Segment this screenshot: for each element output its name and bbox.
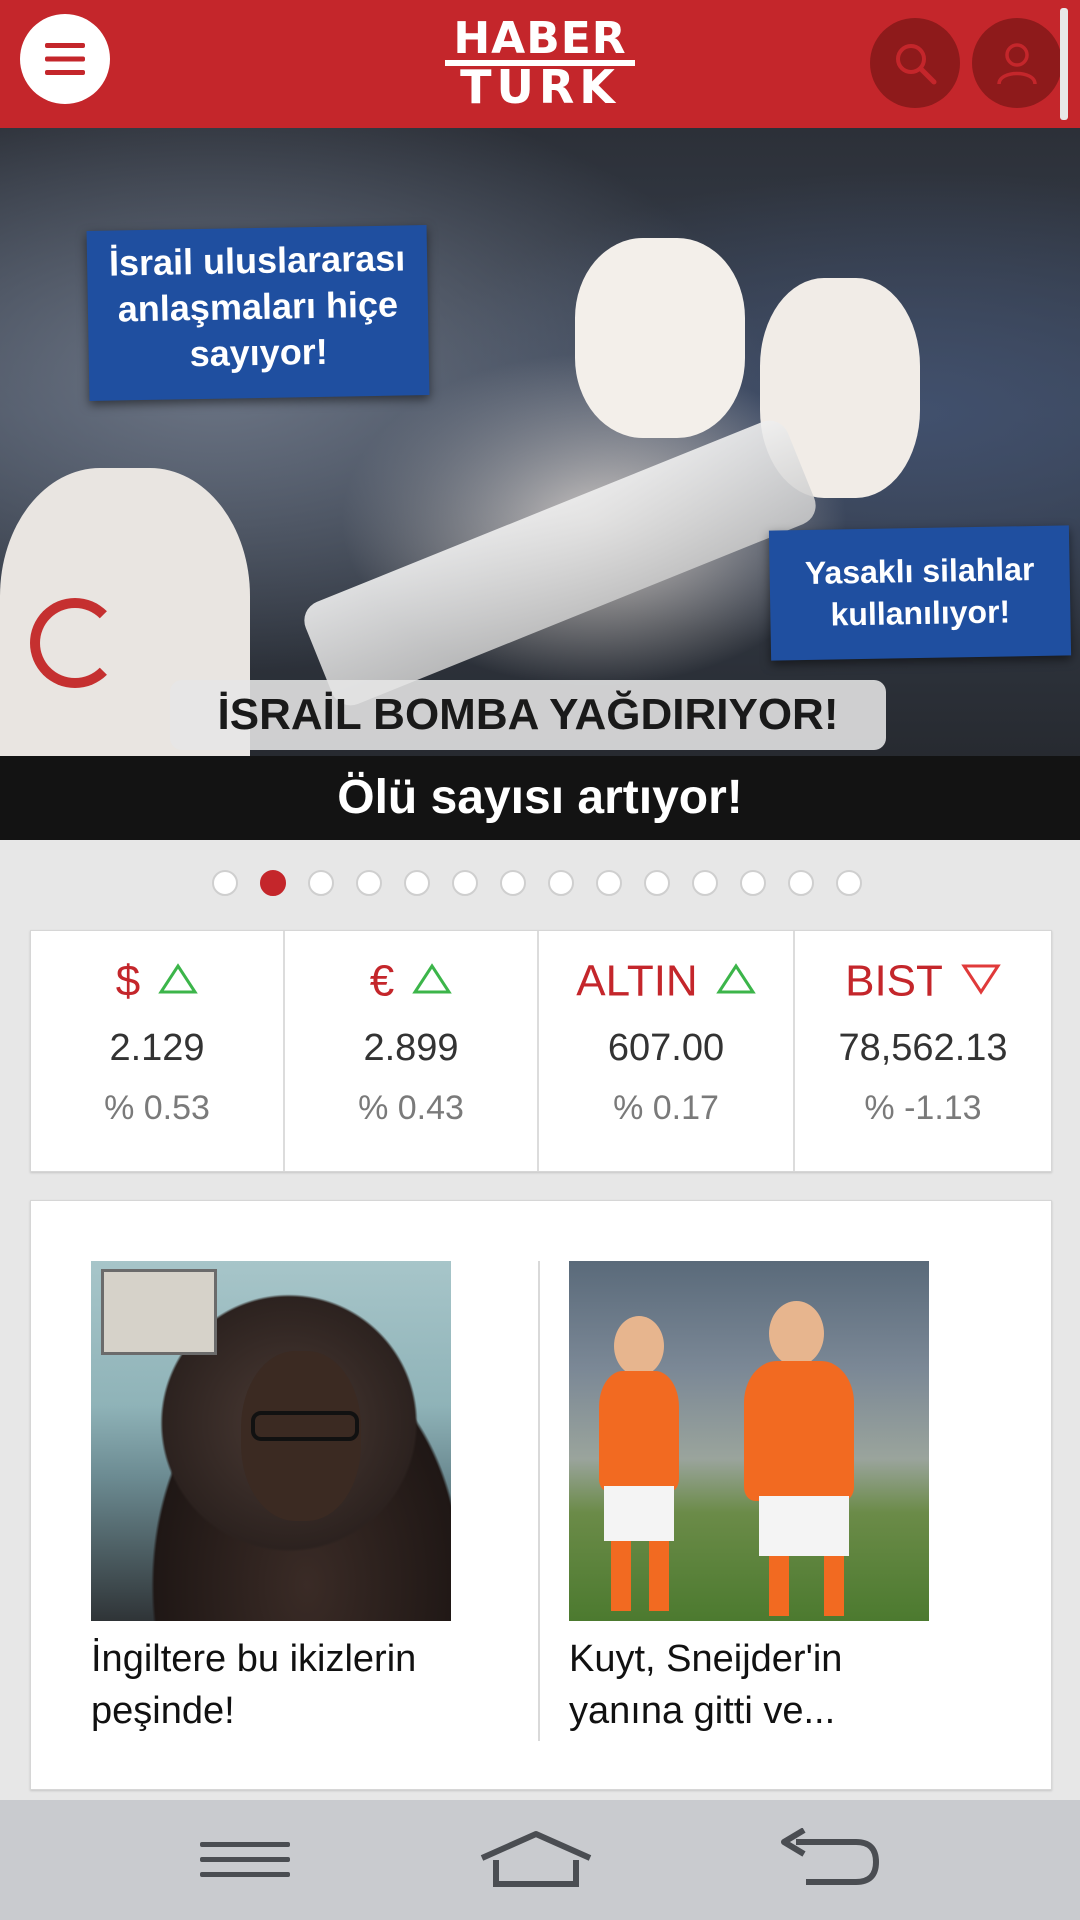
user-icon	[997, 43, 1037, 85]
home-button[interactable]	[478, 1828, 594, 1892]
market-change: % 0.53	[104, 1089, 210, 1127]
market-ticker: $ 2.129 % 0.53 € 2.899 % 0.43 ALTIN 607.…	[30, 930, 1052, 1172]
carousel-dot[interactable]	[260, 870, 286, 896]
carousel-dot[interactable]	[308, 870, 334, 896]
photo-frame	[101, 1269, 217, 1355]
news-panel: İngiltere bu ikizlerin peşinde! Kuyt, Sn…	[30, 1200, 1052, 1790]
menu-icon	[200, 1842, 290, 1877]
hero-slide[interactable]: İsrail uluslararası anlaşmaları hiçe say…	[0, 128, 1080, 840]
news-title[interactable]: Kuyt, Sneijder'in yanına gitti ve...	[569, 1633, 949, 1737]
player-jersey	[599, 1371, 679, 1491]
carousel-dot[interactable]	[356, 870, 382, 896]
back-icon	[781, 1827, 880, 1885]
home-icon	[480, 1831, 592, 1887]
player-head	[769, 1301, 824, 1366]
news-title[interactable]: İngiltere bu ikizlerin peşinde!	[91, 1633, 471, 1737]
hero-headline: İSRAİL BOMBA YAĞDIRIYOR!	[170, 680, 886, 750]
market-value: 607.00	[607, 1027, 725, 1069]
carousel-dot[interactable]	[692, 870, 718, 896]
hamburger-menu-button[interactable]	[20, 14, 110, 104]
hero-banner-left: İsrail uluslararası anlaşmaları hiçe say…	[86, 225, 430, 401]
market-cell-bist[interactable]: BIST 78,562.13 % -1.13	[795, 931, 1051, 1171]
search-button[interactable]	[870, 18, 960, 108]
system-navigation-bar	[0, 1800, 1080, 1920]
glasses	[251, 1411, 359, 1441]
player-jersey	[744, 1361, 854, 1501]
player-sock	[769, 1556, 789, 1616]
market-symbol: €	[369, 956, 395, 1006]
recent-apps-button[interactable]	[198, 1828, 292, 1892]
hamburger-icon	[45, 43, 85, 75]
carousel-dot[interactable]	[404, 870, 430, 896]
down-arrow-icon	[961, 951, 1001, 1011]
market-value: 2.129	[109, 1027, 205, 1069]
carousel-dot[interactable]	[644, 870, 670, 896]
hero-photo-medic	[575, 238, 745, 438]
carousel-dot[interactable]	[836, 870, 862, 896]
market-symbol: $	[115, 956, 141, 1006]
news-divider	[538, 1261, 540, 1741]
carousel-dot[interactable]	[212, 870, 238, 896]
player-sock	[824, 1556, 844, 1616]
logo-line2: TURK	[460, 60, 620, 114]
market-change: % 0.43	[358, 1089, 464, 1127]
market-change: % 0.17	[613, 1089, 719, 1127]
market-value: 2.899	[363, 1027, 459, 1069]
up-arrow-icon	[158, 951, 199, 1011]
carousel-dot[interactable]	[740, 870, 766, 896]
hero-subline: Ölü sayısı artıyor!	[0, 756, 1080, 840]
search-icon	[896, 44, 937, 85]
market-cell-usd[interactable]: $ 2.129 % 0.53	[31, 931, 285, 1171]
market-cell-gold[interactable]: ALTIN 607.00 % 0.17	[539, 931, 795, 1171]
carousel-dot[interactable]	[788, 870, 814, 896]
player-sock	[611, 1541, 631, 1611]
player-shorts	[604, 1486, 674, 1541]
back-button[interactable]	[776, 1827, 884, 1892]
red-crescent-emblem	[30, 598, 120, 688]
market-change: % -1.13	[864, 1089, 982, 1127]
news-thumbnail[interactable]	[569, 1261, 929, 1621]
hero-banner-right: Yasaklı silahlar kullanılıyor!	[768, 525, 1072, 661]
news-thumbnail[interactable]	[91, 1261, 451, 1621]
up-arrow-icon	[412, 951, 453, 1011]
market-value: 78,562.13	[838, 1027, 1008, 1069]
carousel-dot[interactable]	[452, 870, 478, 896]
player-shorts	[759, 1496, 849, 1556]
player-sock	[649, 1541, 669, 1611]
market-cell-eur[interactable]: € 2.899 % 0.43	[285, 931, 539, 1171]
haberturk-logo[interactable]: HABER TURK	[445, 17, 635, 114]
carousel-dot[interactable]	[500, 870, 526, 896]
market-symbol: BIST	[845, 956, 943, 1006]
user-profile-button[interactable]	[972, 18, 1062, 108]
market-symbol: ALTIN	[576, 956, 698, 1006]
player-head	[614, 1316, 664, 1376]
carousel-dot[interactable]	[596, 870, 622, 896]
up-arrow-icon	[715, 951, 756, 1011]
carousel-dot[interactable]	[548, 870, 574, 896]
scroll-indicator	[1060, 8, 1068, 120]
app-header: HABER TURK	[0, 0, 1080, 128]
hero-photo-stretcher	[298, 414, 822, 712]
logo-line1: HABER	[445, 17, 635, 66]
